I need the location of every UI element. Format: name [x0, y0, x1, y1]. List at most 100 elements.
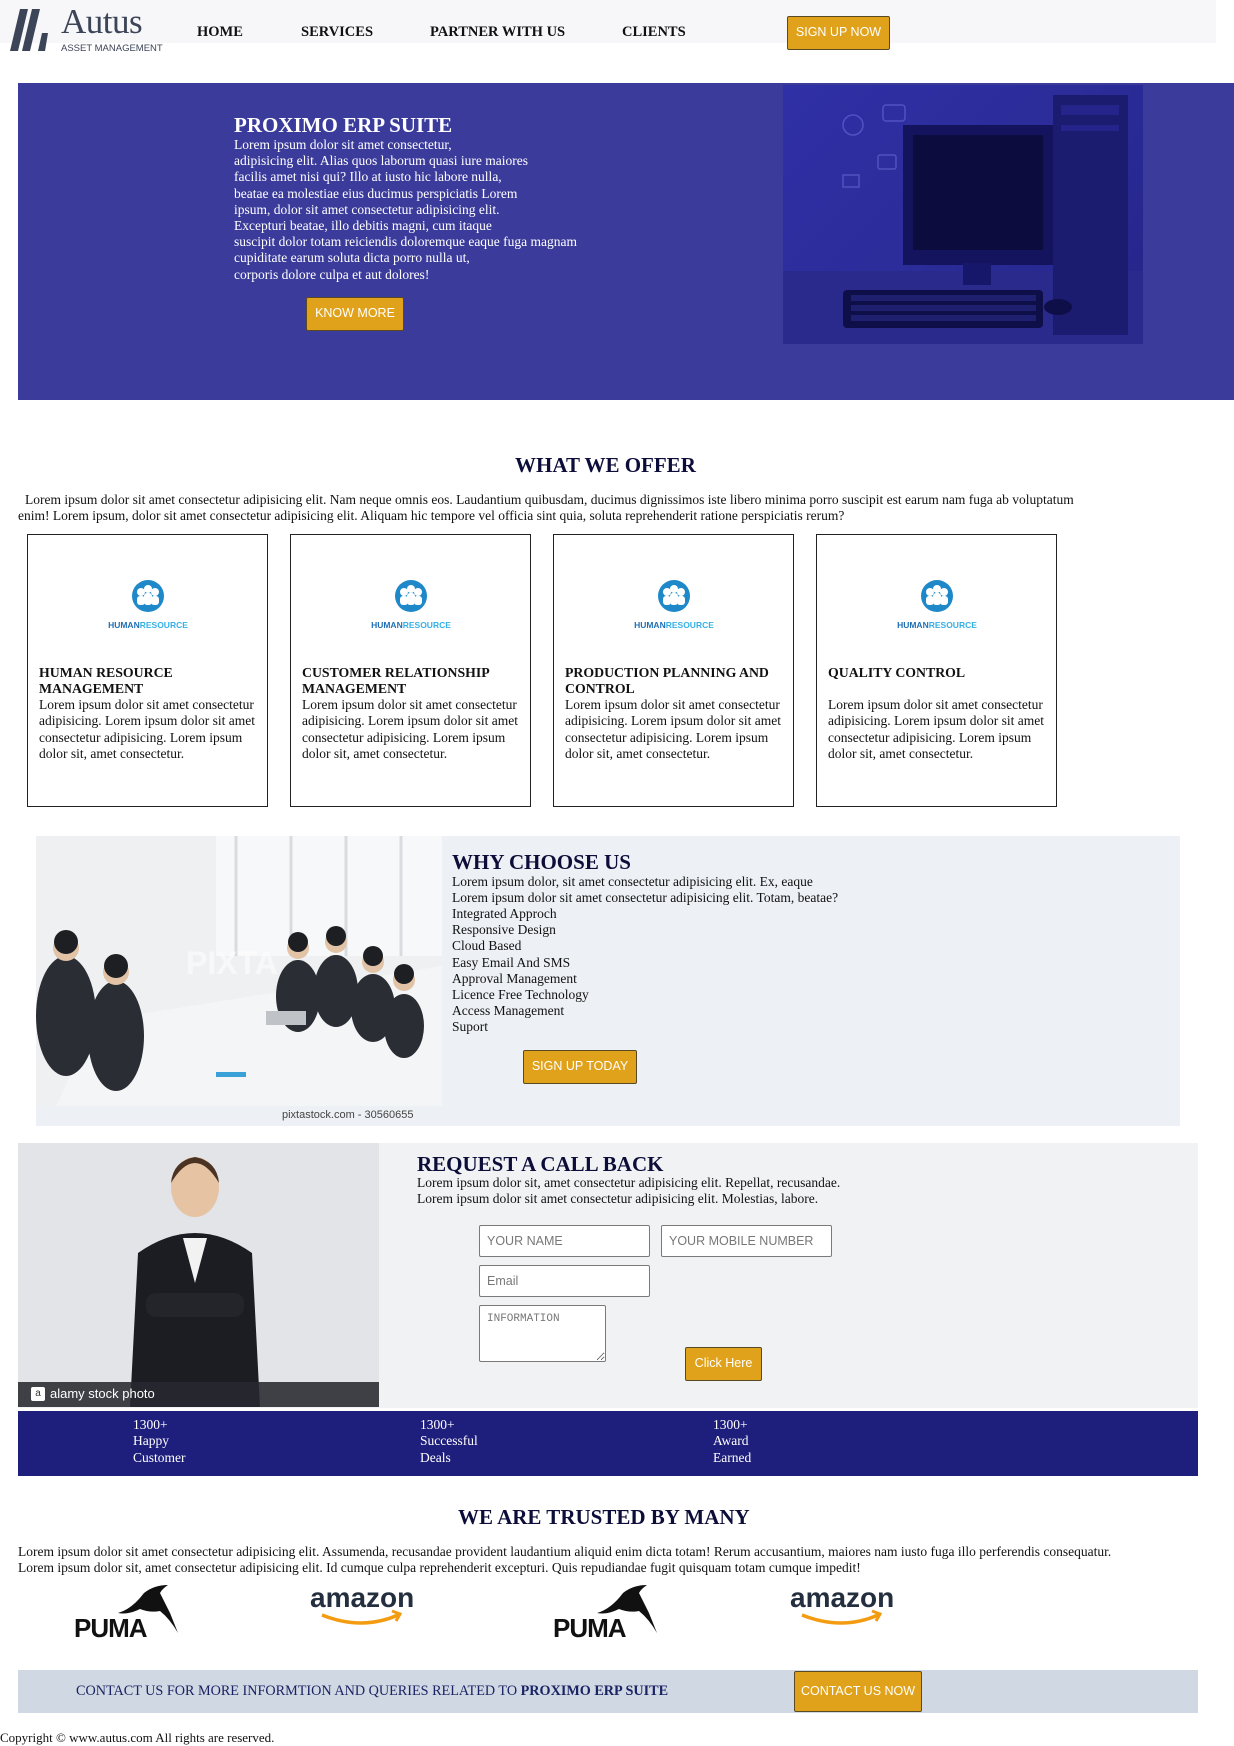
card-text: Lorem ipsum dolor sit amet consectetur a… — [39, 697, 255, 761]
copyright-text: Copyright © www.autus.com All rights are… — [0, 1730, 275, 1745]
contact-text: CONTACT US FOR MORE INFORMTION AND QUERI… — [76, 1683, 668, 1699]
image-credit: pixtastock.com - 30560655 — [282, 1109, 414, 1121]
pixta-watermark: PIXTA — [186, 945, 278, 981]
human-resource-logo-text: HUMANRESOURCE — [614, 617, 734, 633]
offer-title: WHAT WE OFFER — [515, 453, 696, 477]
amazon-logo: amazon — [308, 1582, 428, 1631]
card-title: HUMAN RESOURCE MANAGEMENT — [39, 665, 173, 697]
feature-item: Integrated Approch — [452, 906, 557, 921]
service-card[interactable]: HUMANRESOURCE HUMAN RESOURCE MANAGEMENT … — [27, 534, 268, 807]
hero-line: beatae ea molestiae eius ducimus perspic… — [234, 185, 518, 201]
callback-line: Lorem ipsum dolor sit, amet consectetur … — [417, 1175, 841, 1190]
callback-title: REQUEST A CALL BACK — [417, 1152, 664, 1176]
trusted-line: Lorem ipsum dolor sit amet consectetur a… — [18, 1544, 1112, 1559]
hero-line: Excepturi beatae, illo debitis magni, cu… — [234, 218, 492, 234]
stat-label: Award — [713, 1433, 749, 1449]
logo-text-a: HUMAN — [634, 620, 666, 630]
stats-bar: 1300+ Happy Customer 1300+ Successful De… — [18, 1411, 1198, 1476]
nav-services[interactable]: SERVICES — [301, 24, 373, 40]
contact-product-name: PROXIMO ERP SUITE — [520, 1683, 669, 1699]
trusted-title: WE ARE TRUSTED BY MANY — [458, 1505, 750, 1529]
amazon-text: amazon — [310, 1583, 414, 1613]
feature-item: Suport — [452, 1019, 489, 1035]
information-textarea[interactable] — [479, 1305, 606, 1362]
puma-logo: PUMA — [553, 1583, 663, 1643]
stat-value: 1300+ — [420, 1417, 455, 1432]
hero-line: cupiditate earum soluta dicta porro null… — [234, 250, 470, 266]
contact-us-now-button[interactable]: CONTACT US NOW — [794, 1671, 922, 1712]
logo-text-a: HUMAN — [371, 620, 403, 630]
stat-label: Earned — [713, 1449, 752, 1465]
stat-successful-deals: 1300+ Successful Deals — [420, 1417, 478, 1466]
service-card[interactable]: HUMANRESOURCE PRODUCTION PLANNING AND CO… — [553, 534, 794, 807]
name-input[interactable] — [479, 1225, 650, 1257]
hero-description: Lorem ipsum dolor sit amet consectetur, … — [234, 137, 614, 283]
logo-text-b: RESOURCE — [402, 620, 451, 630]
sign-up-now-button[interactable]: SIGN UP NOW — [787, 16, 890, 50]
callback-description: Lorem ipsum dolor sit, amet consectetur … — [417, 1175, 840, 1207]
hero-line: facilis amet nisi qui? Illo at iusto hic… — [234, 169, 502, 185]
trusted-line: Lorem ipsum dolor sit, amet consectetur … — [18, 1560, 861, 1576]
trusted-description: Lorem ipsum dolor sit amet consectetur a… — [18, 1544, 1208, 1576]
nav-clients[interactable]: CLIENTS — [622, 24, 686, 40]
card-text: Lorem ipsum dolor sit amet consectetur a… — [828, 697, 1044, 761]
callback-section: a alamy stock photo REQUEST A CALL BACK … — [18, 1143, 1198, 1408]
why-line: Lorem ipsum dolor sit amet consectetur a… — [452, 890, 839, 906]
hero-line: corporis dolore culpa et aut dolores! — [234, 266, 430, 282]
feature-item: Cloud Based — [452, 938, 522, 954]
sign-up-today-button[interactable]: SIGN UP TODAY — [523, 1050, 637, 1084]
logo-text-b: RESOURCE — [665, 620, 714, 630]
card-text: Lorem ipsum dolor sit amet consectetur a… — [565, 697, 781, 761]
mobile-number-input[interactable] — [661, 1225, 832, 1257]
why-description: Lorem ipsum dolor, sit amet consectetur … — [452, 874, 838, 906]
card-title: QUALITY CONTROL — [828, 665, 966, 680]
image-credit: alamy stock photo — [50, 1386, 155, 1401]
computer-image — [783, 85, 1143, 344]
logo-text-b: RESOURCE — [928, 620, 977, 630]
click-here-button[interactable]: Click Here — [685, 1347, 762, 1381]
logo-text-b: RESOURCE — [139, 620, 188, 630]
stat-value: 1300+ — [133, 1417, 168, 1432]
hero-banner: PROXIMO ERP SUITE Lorem ipsum dolor sit … — [18, 83, 1234, 400]
amazon-text: amazon — [790, 1583, 894, 1613]
alamy-logo-icon: a — [31, 1387, 45, 1401]
hero-line: Lorem ipsum dolor sit amet consectetur, — [234, 137, 452, 152]
feature-list: Integrated Approch Responsive Design Clo… — [452, 906, 589, 1036]
stat-award-earned: 1300+ Award Earned — [713, 1417, 751, 1466]
why-line: Lorem ipsum dolor, sit amet consectetur … — [452, 874, 813, 889]
puma-text: PUMA — [553, 1613, 627, 1639]
feature-item: Responsive Design — [452, 922, 556, 938]
hero-line: ipsum, dolor sit amet consectetur adipis… — [234, 201, 500, 217]
feature-item: Approval Management — [452, 970, 577, 986]
businessman-image: a alamy stock photo — [18, 1143, 379, 1407]
amazon-logo: amazon — [788, 1582, 908, 1631]
site-header: Autus ASSET MANAGEMENT HOME SERVICES PAR… — [0, 0, 1216, 54]
logo-name: Autus — [61, 2, 143, 41]
know-more-button[interactable]: KNOW MORE — [306, 297, 404, 331]
stat-value: 1300+ — [713, 1417, 748, 1432]
autus-logo-icon — [10, 9, 48, 51]
logo-text-a: HUMAN — [897, 620, 929, 630]
human-resource-logo-text: HUMANRESOURCE — [877, 617, 997, 633]
autus-logo[interactable]: Autus ASSET MANAGEMENT — [8, 2, 163, 54]
feature-item: Easy Email And SMS — [452, 954, 571, 970]
business-meeting-image: PIXTA — [36, 836, 442, 1106]
service-card[interactable]: HUMANRESOURCE QUALITY CONTROL Lorem ipsu… — [816, 534, 1057, 807]
hero-title: PROXIMO ERP SUITE — [234, 113, 453, 137]
puma-text: PUMA — [74, 1613, 148, 1639]
feature-item: Licence Free Technology — [452, 987, 589, 1003]
card-title: CUSTOMER RELATIONSHIP MANAGEMENT — [302, 665, 489, 697]
stat-label: Happy — [133, 1433, 169, 1449]
logo-text-a: HUMAN — [108, 620, 140, 630]
why-choose-us-section: PIXTA pixtastock.com - 30560655 WHY CHOO… — [36, 836, 1180, 1126]
nav-partner-with-us[interactable]: PARTNER WITH US — [430, 24, 565, 40]
callback-line: Lorem ipsum dolor sit amet consectetur a… — [417, 1191, 819, 1207]
nav-home[interactable]: HOME — [197, 24, 243, 40]
feature-item: Access Management — [452, 1003, 565, 1019]
stat-label: Successful — [420, 1433, 478, 1449]
service-card[interactable]: HUMANRESOURCE CUSTOMER RELATIONSHIP MANA… — [290, 534, 531, 807]
email-input[interactable] — [479, 1265, 650, 1297]
puma-logo: PUMA — [74, 1583, 184, 1643]
hero-line: adipisicing elit. Alias quos laborum qua… — [234, 153, 528, 169]
human-resource-logo-text: HUMANRESOURCE — [351, 617, 471, 633]
